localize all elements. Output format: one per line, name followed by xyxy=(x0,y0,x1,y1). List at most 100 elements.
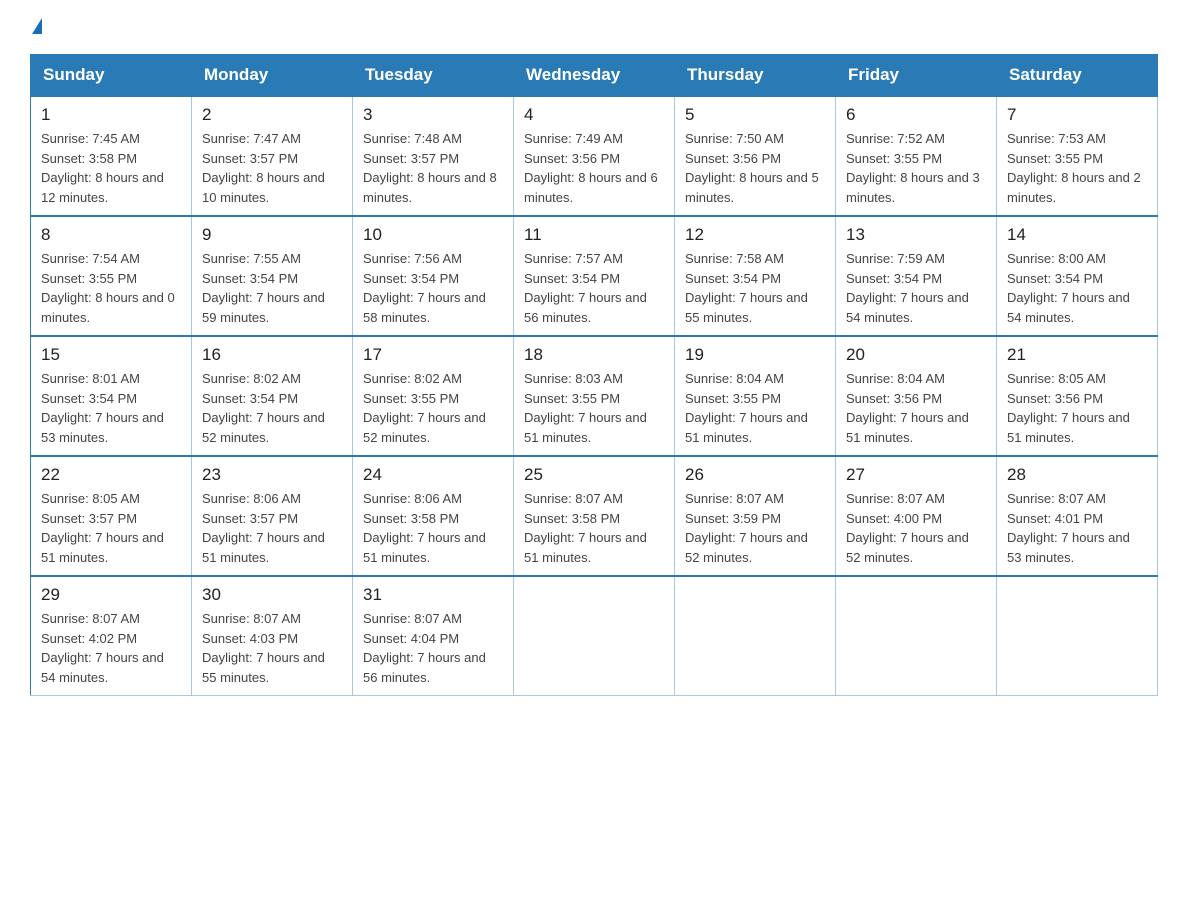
day-info: Sunrise: 8:07 AMSunset: 4:02 PMDaylight:… xyxy=(41,611,164,685)
day-cell-12: 12 Sunrise: 7:58 AMSunset: 3:54 PMDaylig… xyxy=(675,216,836,336)
day-cell-1: 1 Sunrise: 7:45 AMSunset: 3:58 PMDayligh… xyxy=(31,96,192,216)
day-info: Sunrise: 7:54 AMSunset: 3:55 PMDaylight:… xyxy=(41,251,175,325)
day-of-week-tuesday: Tuesday xyxy=(353,55,514,97)
day-info: Sunrise: 8:02 AMSunset: 3:55 PMDaylight:… xyxy=(363,371,486,445)
day-number: 7 xyxy=(1007,105,1147,125)
day-number: 20 xyxy=(846,345,986,365)
day-of-week-thursday: Thursday xyxy=(675,55,836,97)
day-cell-2: 2 Sunrise: 7:47 AMSunset: 3:57 PMDayligh… xyxy=(192,96,353,216)
day-info: Sunrise: 8:00 AMSunset: 3:54 PMDaylight:… xyxy=(1007,251,1130,325)
day-info: Sunrise: 7:56 AMSunset: 3:54 PMDaylight:… xyxy=(363,251,486,325)
day-cell-26: 26 Sunrise: 8:07 AMSunset: 3:59 PMDaylig… xyxy=(675,456,836,576)
day-number: 29 xyxy=(41,585,181,605)
day-of-week-monday: Monday xyxy=(192,55,353,97)
day-info: Sunrise: 8:04 AMSunset: 3:56 PMDaylight:… xyxy=(846,371,969,445)
day-number: 9 xyxy=(202,225,342,245)
day-number: 25 xyxy=(524,465,664,485)
day-number: 26 xyxy=(685,465,825,485)
day-info: Sunrise: 8:03 AMSunset: 3:55 PMDaylight:… xyxy=(524,371,647,445)
day-number: 8 xyxy=(41,225,181,245)
day-number: 16 xyxy=(202,345,342,365)
week-row-3: 15 Sunrise: 8:01 AMSunset: 3:54 PMDaylig… xyxy=(31,336,1158,456)
day-info: Sunrise: 7:57 AMSunset: 3:54 PMDaylight:… xyxy=(524,251,647,325)
day-cell-14: 14 Sunrise: 8:00 AMSunset: 3:54 PMDaylig… xyxy=(997,216,1158,336)
week-row-5: 29 Sunrise: 8:07 AMSunset: 4:02 PMDaylig… xyxy=(31,576,1158,696)
day-cell-3: 3 Sunrise: 7:48 AMSunset: 3:57 PMDayligh… xyxy=(353,96,514,216)
day-info: Sunrise: 8:07 AMSunset: 4:00 PMDaylight:… xyxy=(846,491,969,565)
day-number: 13 xyxy=(846,225,986,245)
day-number: 2 xyxy=(202,105,342,125)
day-cell-13: 13 Sunrise: 7:59 AMSunset: 3:54 PMDaylig… xyxy=(836,216,997,336)
day-info: Sunrise: 7:55 AMSunset: 3:54 PMDaylight:… xyxy=(202,251,325,325)
empty-cell xyxy=(514,576,675,696)
day-cell-23: 23 Sunrise: 8:06 AMSunset: 3:57 PMDaylig… xyxy=(192,456,353,576)
day-cell-24: 24 Sunrise: 8:06 AMSunset: 3:58 PMDaylig… xyxy=(353,456,514,576)
empty-cell xyxy=(675,576,836,696)
day-info: Sunrise: 7:48 AMSunset: 3:57 PMDaylight:… xyxy=(363,131,497,205)
day-of-week-wednesday: Wednesday xyxy=(514,55,675,97)
day-number: 28 xyxy=(1007,465,1147,485)
day-number: 24 xyxy=(363,465,503,485)
day-number: 10 xyxy=(363,225,503,245)
day-info: Sunrise: 8:04 AMSunset: 3:55 PMDaylight:… xyxy=(685,371,808,445)
day-info: Sunrise: 8:06 AMSunset: 3:58 PMDaylight:… xyxy=(363,491,486,565)
day-info: Sunrise: 8:07 AMSunset: 3:59 PMDaylight:… xyxy=(685,491,808,565)
day-cell-6: 6 Sunrise: 7:52 AMSunset: 3:55 PMDayligh… xyxy=(836,96,997,216)
day-number: 19 xyxy=(685,345,825,365)
week-row-2: 8 Sunrise: 7:54 AMSunset: 3:55 PMDayligh… xyxy=(31,216,1158,336)
day-info: Sunrise: 7:47 AMSunset: 3:57 PMDaylight:… xyxy=(202,131,325,205)
day-info: Sunrise: 8:02 AMSunset: 3:54 PMDaylight:… xyxy=(202,371,325,445)
day-cell-19: 19 Sunrise: 8:04 AMSunset: 3:55 PMDaylig… xyxy=(675,336,836,456)
day-cell-4: 4 Sunrise: 7:49 AMSunset: 3:56 PMDayligh… xyxy=(514,96,675,216)
day-cell-9: 9 Sunrise: 7:55 AMSunset: 3:54 PMDayligh… xyxy=(192,216,353,336)
day-info: Sunrise: 8:05 AMSunset: 3:57 PMDaylight:… xyxy=(41,491,164,565)
day-of-week-saturday: Saturday xyxy=(997,55,1158,97)
day-number: 11 xyxy=(524,225,664,245)
day-info: Sunrise: 8:07 AMSunset: 4:04 PMDaylight:… xyxy=(363,611,486,685)
day-cell-16: 16 Sunrise: 8:02 AMSunset: 3:54 PMDaylig… xyxy=(192,336,353,456)
day-cell-20: 20 Sunrise: 8:04 AMSunset: 3:56 PMDaylig… xyxy=(836,336,997,456)
day-number: 21 xyxy=(1007,345,1147,365)
day-cell-7: 7 Sunrise: 7:53 AMSunset: 3:55 PMDayligh… xyxy=(997,96,1158,216)
day-cell-21: 21 Sunrise: 8:05 AMSunset: 3:56 PMDaylig… xyxy=(997,336,1158,456)
day-cell-30: 30 Sunrise: 8:07 AMSunset: 4:03 PMDaylig… xyxy=(192,576,353,696)
day-cell-11: 11 Sunrise: 7:57 AMSunset: 3:54 PMDaylig… xyxy=(514,216,675,336)
day-number: 6 xyxy=(846,105,986,125)
empty-cell xyxy=(836,576,997,696)
day-info: Sunrise: 7:52 AMSunset: 3:55 PMDaylight:… xyxy=(846,131,980,205)
day-number: 15 xyxy=(41,345,181,365)
day-cell-31: 31 Sunrise: 8:07 AMSunset: 4:04 PMDaylig… xyxy=(353,576,514,696)
day-number: 3 xyxy=(363,105,503,125)
day-cell-28: 28 Sunrise: 8:07 AMSunset: 4:01 PMDaylig… xyxy=(997,456,1158,576)
day-number: 31 xyxy=(363,585,503,605)
day-of-week-friday: Friday xyxy=(836,55,997,97)
day-number: 27 xyxy=(846,465,986,485)
day-number: 22 xyxy=(41,465,181,485)
day-number: 18 xyxy=(524,345,664,365)
logo-triangle-icon xyxy=(32,18,42,34)
day-info: Sunrise: 7:49 AMSunset: 3:56 PMDaylight:… xyxy=(524,131,658,205)
day-info: Sunrise: 8:05 AMSunset: 3:56 PMDaylight:… xyxy=(1007,371,1130,445)
day-info: Sunrise: 7:53 AMSunset: 3:55 PMDaylight:… xyxy=(1007,131,1141,205)
day-number: 23 xyxy=(202,465,342,485)
day-info: Sunrise: 8:07 AMSunset: 4:01 PMDaylight:… xyxy=(1007,491,1130,565)
day-cell-5: 5 Sunrise: 7:50 AMSunset: 3:56 PMDayligh… xyxy=(675,96,836,216)
week-row-4: 22 Sunrise: 8:05 AMSunset: 3:57 PMDaylig… xyxy=(31,456,1158,576)
day-number: 5 xyxy=(685,105,825,125)
day-number: 4 xyxy=(524,105,664,125)
day-cell-22: 22 Sunrise: 8:05 AMSunset: 3:57 PMDaylig… xyxy=(31,456,192,576)
day-info: Sunrise: 7:58 AMSunset: 3:54 PMDaylight:… xyxy=(685,251,808,325)
day-info: Sunrise: 7:45 AMSunset: 3:58 PMDaylight:… xyxy=(41,131,164,205)
week-row-1: 1 Sunrise: 7:45 AMSunset: 3:58 PMDayligh… xyxy=(31,96,1158,216)
day-of-week-sunday: Sunday xyxy=(31,55,192,97)
day-number: 30 xyxy=(202,585,342,605)
logo xyxy=(30,20,42,36)
day-number: 1 xyxy=(41,105,181,125)
day-info: Sunrise: 8:06 AMSunset: 3:57 PMDaylight:… xyxy=(202,491,325,565)
day-cell-17: 17 Sunrise: 8:02 AMSunset: 3:55 PMDaylig… xyxy=(353,336,514,456)
day-cell-18: 18 Sunrise: 8:03 AMSunset: 3:55 PMDaylig… xyxy=(514,336,675,456)
calendar-table: SundayMondayTuesdayWednesdayThursdayFrid… xyxy=(30,54,1158,696)
day-info: Sunrise: 7:59 AMSunset: 3:54 PMDaylight:… xyxy=(846,251,969,325)
day-cell-15: 15 Sunrise: 8:01 AMSunset: 3:54 PMDaylig… xyxy=(31,336,192,456)
days-of-week-row: SundayMondayTuesdayWednesdayThursdayFrid… xyxy=(31,55,1158,97)
